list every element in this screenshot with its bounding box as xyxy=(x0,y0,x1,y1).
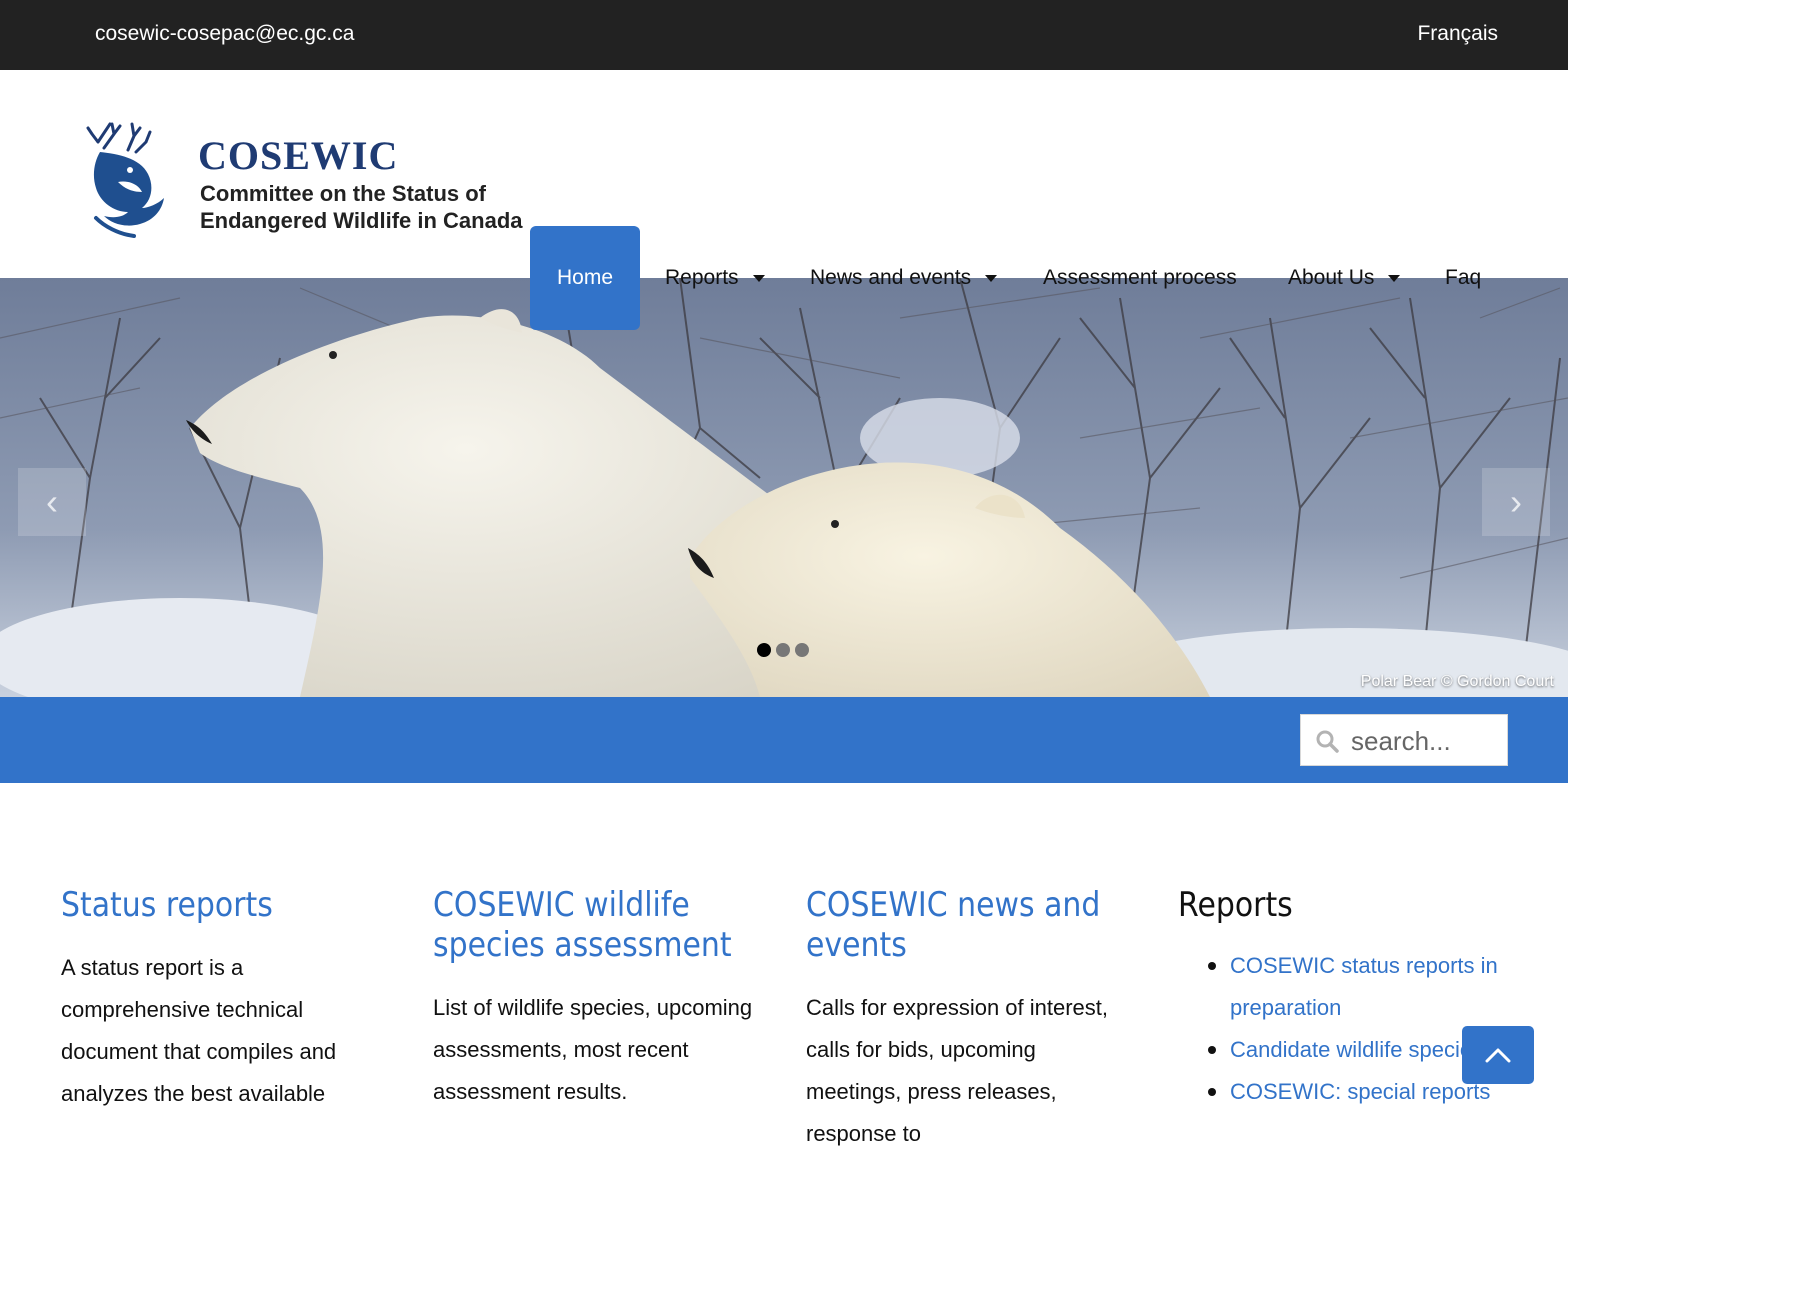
logo-subtitle: Committee on the Status of Endangered Wi… xyxy=(200,180,523,234)
logo-subtitle-line2: Endangered Wildlife in Canada xyxy=(200,208,523,233)
nav-about-us[interactable]: About Us xyxy=(1288,266,1401,290)
news-column: COSEWIC news and events Calls for expres… xyxy=(806,885,1136,1155)
contact-email-link[interactable]: cosewic-cosepac@ec.gc.ca xyxy=(95,22,354,46)
carousel-dot-1[interactable] xyxy=(757,643,771,657)
nav-assessment-process[interactable]: Assessment process xyxy=(1043,266,1237,290)
assessment-text: List of wildlife species, upcoming asses… xyxy=(433,995,753,1104)
nav-about-label: About Us xyxy=(1288,266,1375,289)
reports-column: Reports COSEWIC status reports in prepar… xyxy=(1178,885,1508,1113)
chevron-down-icon xyxy=(752,274,765,282)
assessment-column: COSEWIC wildlife species assessment List… xyxy=(433,885,763,1113)
top-bar: cosewic-cosepac@ec.gc.ca Français xyxy=(0,0,1568,70)
assessment-heading[interactable]: COSEWIC wildlife species assessment xyxy=(433,885,763,965)
reports-heading: Reports xyxy=(1178,885,1293,925)
news-text: Calls for expression of interest, calls … xyxy=(806,995,1109,1146)
chevron-down-icon xyxy=(985,274,998,282)
language-toggle-link[interactable]: Français xyxy=(1417,22,1498,46)
cosewic-emblem-icon[interactable] xyxy=(78,122,170,242)
carousel-indicators xyxy=(757,643,809,657)
status-reports-heading[interactable]: Status reports xyxy=(61,885,391,925)
search-box[interactable] xyxy=(1300,714,1508,766)
back-to-top-button[interactable] xyxy=(1462,1026,1534,1084)
nav-faq[interactable]: Faq xyxy=(1445,266,1481,290)
hero-carousel[interactable]: ‹ › Polar Bear © Gordon Court xyxy=(0,278,1568,697)
chevron-up-icon xyxy=(1485,1048,1511,1063)
status-reports-column: Status reports A status report is a comp… xyxy=(61,885,391,1115)
carousel-dot-2[interactable] xyxy=(776,643,790,657)
search-band xyxy=(0,697,1568,783)
logo-subtitle-line1: Committee on the Status of xyxy=(200,181,487,206)
photo-credit: Polar Bear © Gordon Court xyxy=(1360,673,1554,690)
news-heading[interactable]: COSEWIC news and events xyxy=(806,885,1136,965)
site-header: COSEWIC Committee on the Status of Endan… xyxy=(0,70,1568,278)
nav-assessment-label: Assessment process xyxy=(1043,266,1237,289)
reports-link-in-preparation[interactable]: COSEWIC status reports in preparation xyxy=(1208,945,1508,1029)
carousel-next-button[interactable]: › xyxy=(1482,468,1550,536)
search-input[interactable] xyxy=(1351,721,1501,761)
reports-list: COSEWIC status reports in preparation Ca… xyxy=(1178,945,1508,1113)
nav-home[interactable]: Home xyxy=(530,226,640,330)
polar-bear-photo xyxy=(0,278,1568,697)
status-reports-text: A status report is a comprehensive techn… xyxy=(61,955,337,1106)
nav-reports[interactable]: Reports xyxy=(665,266,765,290)
carousel-prev-button[interactable]: ‹ xyxy=(18,468,86,536)
chevron-down-icon xyxy=(1388,274,1401,282)
carousel-dot-3[interactable] xyxy=(795,643,809,657)
logo-title: COSEWIC xyxy=(198,133,399,178)
nav-news-and-events[interactable]: News and events xyxy=(810,266,998,290)
search-icon xyxy=(1316,730,1339,753)
nav-reports-label: Reports xyxy=(665,266,739,289)
nav-faq-label: Faq xyxy=(1445,266,1482,289)
nav-news-label: News and events xyxy=(810,266,972,289)
